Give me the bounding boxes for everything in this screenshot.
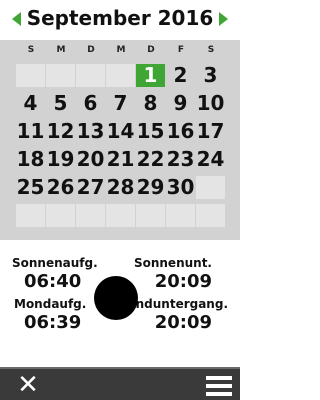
day-cell[interactable]: 22 [136,148,165,171]
new-moon-icon [94,276,138,320]
day-cell[interactable]: 16 [166,120,195,143]
empty-day-cell [136,204,165,227]
day-cell[interactable]: 28 [106,176,135,199]
day-cell[interactable]: 25 [16,176,45,199]
sunset-time: 20:09 [154,271,212,292]
moonset-time: 20:09 [154,312,212,333]
empty-day-cell [16,64,45,87]
day-cell[interactable]: 7 [106,92,135,115]
weekday-label: M [56,45,66,55]
day-cell[interactable]: 27 [76,176,105,199]
day-cell[interactable]: 6 [76,92,105,115]
menu-icon[interactable] [206,376,232,396]
day-cell[interactable]: 23 [166,148,195,171]
empty-day-cell [196,176,225,199]
moonrise-time: 06:39 [24,312,82,333]
weekday-label: S [27,45,35,55]
day-cell[interactable]: 2 [166,64,195,87]
day-cell[interactable]: 8 [136,92,165,115]
day-cell[interactable]: 10 [196,92,225,115]
empty-day-cell [166,204,195,227]
empty-day-cell [76,64,105,87]
weekday-label: F [177,45,185,55]
weekday-header-row: SMDMDFS [0,40,240,62]
sunrise-time: 06:40 [24,271,82,292]
weekday-label: D [147,45,155,55]
chevron-right-icon[interactable] [219,12,228,26]
empty-day-cell [16,204,45,227]
day-cell[interactable]: 18 [16,148,45,171]
empty-day-cell [106,64,135,87]
empty-day-cell [46,64,75,87]
day-grid: 1 2 3 4 5 6 7 8 9 10 11 12 13 14 15 16 17 18 19 20 21 22 23 24 2… [16,64,226,232]
day-cell[interactable]: 5 [46,92,75,115]
day-cell[interactable]: 1 [136,64,165,87]
day-cell[interactable]: 19 [46,148,75,171]
day-cell[interactable]: 12 [46,120,75,143]
calendar-grid: SMDMDFS 1 2 3 4 5 6 7 8 9 10 11 12 13 14 15 16 17 18 19 20 2… [0,40,240,240]
bottom-bar: ✕ [0,367,240,400]
day-cell[interactable]: 17 [196,120,225,143]
calendar-header: September 2016 [0,0,240,40]
weekday-label: D [87,45,95,55]
weekday-label: S [207,45,215,55]
day-cell[interactable]: 20 [76,148,105,171]
day-cell[interactable]: 13 [76,120,105,143]
day-cell[interactable]: 15 [136,120,165,143]
day-cell[interactable]: 11 [16,120,45,143]
empty-day-cell [46,204,75,227]
day-cell[interactable]: 30 [166,176,195,199]
day-cell[interactable]: 9 [166,92,195,115]
weekday-label: M [116,45,126,55]
day-cell[interactable]: 4 [16,92,45,115]
sunset-label: Sonnenunt. [133,256,212,270]
empty-day-cell [76,204,105,227]
month-title: September 2016 [26,6,214,30]
day-cell[interactable]: 29 [136,176,165,199]
day-cell[interactable]: 26 [46,176,75,199]
day-cell[interactable]: 24 [196,148,225,171]
day-cell[interactable]: 21 [106,148,135,171]
day-cell[interactable]: 3 [196,64,225,87]
close-icon[interactable]: ✕ [14,372,42,399]
sun-moon-info: Sonnenaufg. 06:40 Sonnenunt. 20:09 Monda… [0,240,240,367]
empty-day-cell [196,204,225,227]
day-cell[interactable]: 14 [106,120,135,143]
empty-day-cell [106,204,135,227]
moonrise-label: Mondaufg. [14,297,87,311]
sunrise-label: Sonnenaufg. [12,256,98,270]
